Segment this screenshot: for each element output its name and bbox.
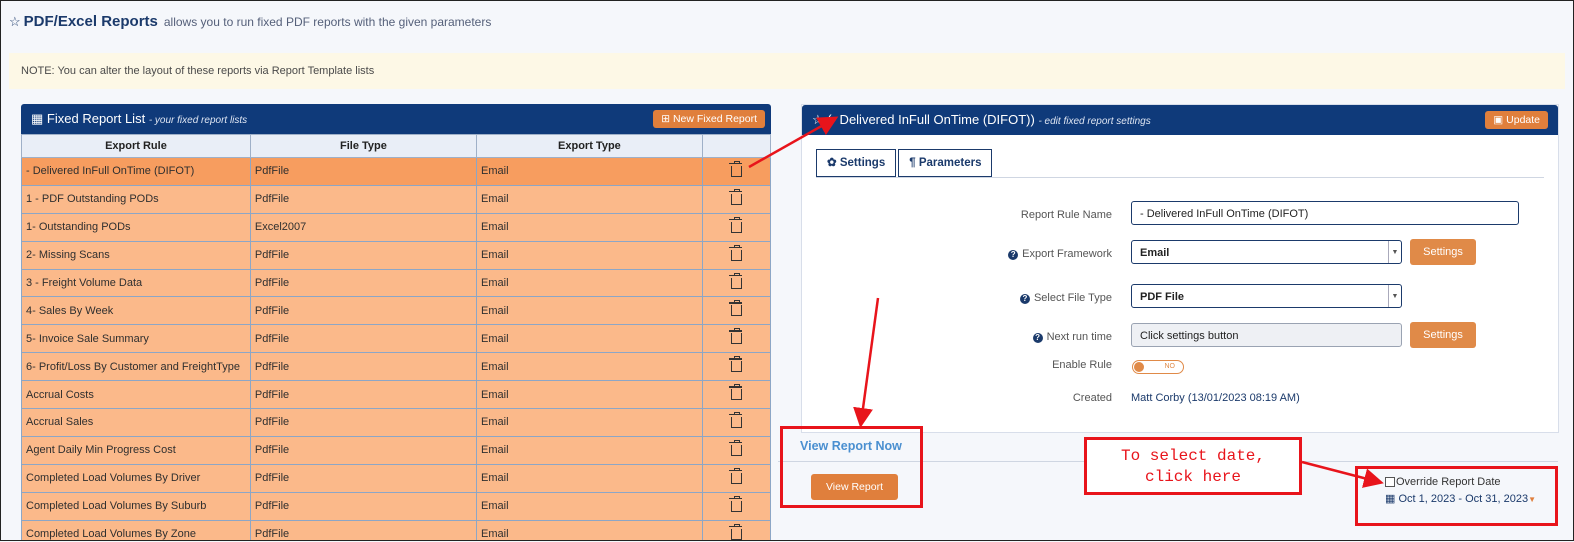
arrow-to-view-report: [853, 297, 880, 428]
arrow-to-date: [1301, 460, 1384, 488]
arrow-to-title: [748, 116, 839, 169]
annotation-arrows: [748, 116, 1384, 488]
